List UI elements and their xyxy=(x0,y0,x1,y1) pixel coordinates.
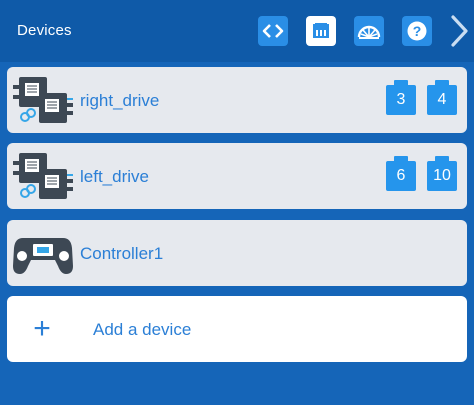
plus-icon: + xyxy=(33,312,51,345)
devices-tab-button[interactable] xyxy=(306,16,336,46)
device-card-right-drive[interactable]: right_drive 3 4 xyxy=(7,67,467,133)
motor-group-icon xyxy=(13,77,73,123)
ethernet-port-icon xyxy=(313,22,329,38)
dashboard-gauge-icon xyxy=(357,25,381,39)
code-brackets-icon xyxy=(262,24,284,38)
controller-icon xyxy=(13,238,73,274)
device-card-controller1[interactable]: Controller1 xyxy=(7,220,467,286)
motor-group-icon xyxy=(13,153,73,199)
device-card-left-drive[interactable]: left_drive 6 10 xyxy=(7,143,467,209)
device-name: Controller1 xyxy=(80,244,164,263)
add-device-label: Add a device xyxy=(93,320,192,339)
code-view-button[interactable] xyxy=(258,16,288,46)
help-icon: ? xyxy=(407,21,427,41)
device-name: left_drive xyxy=(80,167,149,186)
port-badge: 6 xyxy=(386,156,416,191)
dashboard-button[interactable] xyxy=(354,16,384,46)
add-device-button[interactable]: + Add a device xyxy=(7,296,467,362)
chevron-right-icon[interactable] xyxy=(448,14,470,48)
help-button[interactable]: ? xyxy=(402,16,432,46)
svg-text:?: ? xyxy=(413,23,422,39)
port-badge: 4 xyxy=(427,80,457,115)
port-badge: 3 xyxy=(386,80,416,115)
page-title: Devices xyxy=(17,22,72,39)
device-name: right_drive xyxy=(80,91,160,110)
port-badge: 10 xyxy=(427,156,457,191)
header-bar: Devices ? xyxy=(0,0,474,62)
